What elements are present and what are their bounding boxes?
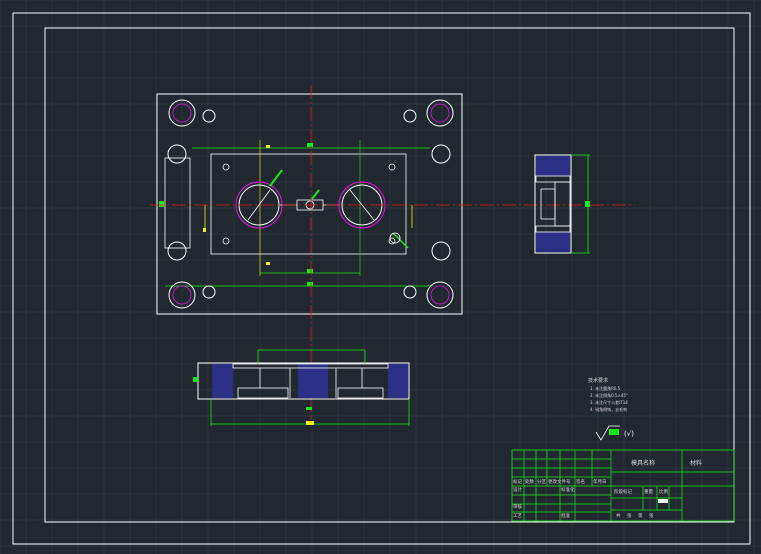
title-block-material-label: 材料 [690,459,702,467]
dim-marker-left [159,201,164,207]
tb-cell-weight: 重量 [644,488,653,495]
front-plate-center [298,364,328,398]
front-plate-left [212,364,233,398]
tb-cell-total: 共 [616,512,621,519]
front-dim-marker-left [193,377,198,382]
dim-marker-yellow-2 [266,145,270,148]
tb-cell-design: 设计 [513,486,522,493]
dim-marker-inner [307,269,313,273]
dim-marker-yellow-1 [266,262,270,265]
roughness-text: (√) [624,430,634,438]
title-block-name-label: 模具名称 [631,459,655,467]
tb-cell-mark: 标记 [513,478,522,485]
tb-cell-sheet: 张 [649,512,654,519]
cad-drawing-canvas[interactable]: 技术要求 1. 未注圆角R0.5 2. 未注倒角0.5×45° 3. 未注尺寸公… [0,0,761,554]
front-dim-marker-mid [306,407,312,410]
notes-line-1: 1. 未注圆角R0.5 [590,385,621,391]
tb-scale-value [658,499,668,503]
side-plate-bottom [536,232,570,252]
dim-marker-bottom [307,282,313,286]
tb-cell-no: 第 [638,512,643,519]
front-plate-right [388,364,408,398]
notes-line-4: 4. 锐角倒钝，去毛刺 [590,406,627,412]
side-plate-top [536,156,570,176]
tb-cell-sheets: 张 [627,512,632,519]
side-dim-marker [585,201,590,207]
tb-cell-zone: 分区 [537,478,546,485]
tb-cell-approve: 批准 [561,512,570,519]
tb-cell-date: 年月日 [593,478,607,485]
tb-cell-review: 审核 [513,503,522,510]
tb-cell-process: 工艺 [513,513,522,519]
dim-marker-top [307,143,313,147]
dim-marker-yellow-3 [203,228,206,232]
front-dim-marker-bottom [306,421,314,425]
tb-cell-stage: 阶段标记 [614,488,632,495]
roughness-value-marker [609,429,619,435]
notes-line-2: 2. 未注倒角0.5×45° [590,392,628,398]
notes-line-3: 3. 未注尺寸公差IT14 [590,399,628,405]
tb-cell-count: 处数 [525,478,534,485]
tb-cell-change: 更改文件号 [548,478,571,485]
tb-cell-standard: 标准化 [561,486,575,493]
notes-title: 技术要求 [588,377,608,384]
canvas-background [0,0,761,554]
tb-cell-scale: 比例 [659,488,668,495]
tb-cell-sign: 签名 [576,478,585,485]
